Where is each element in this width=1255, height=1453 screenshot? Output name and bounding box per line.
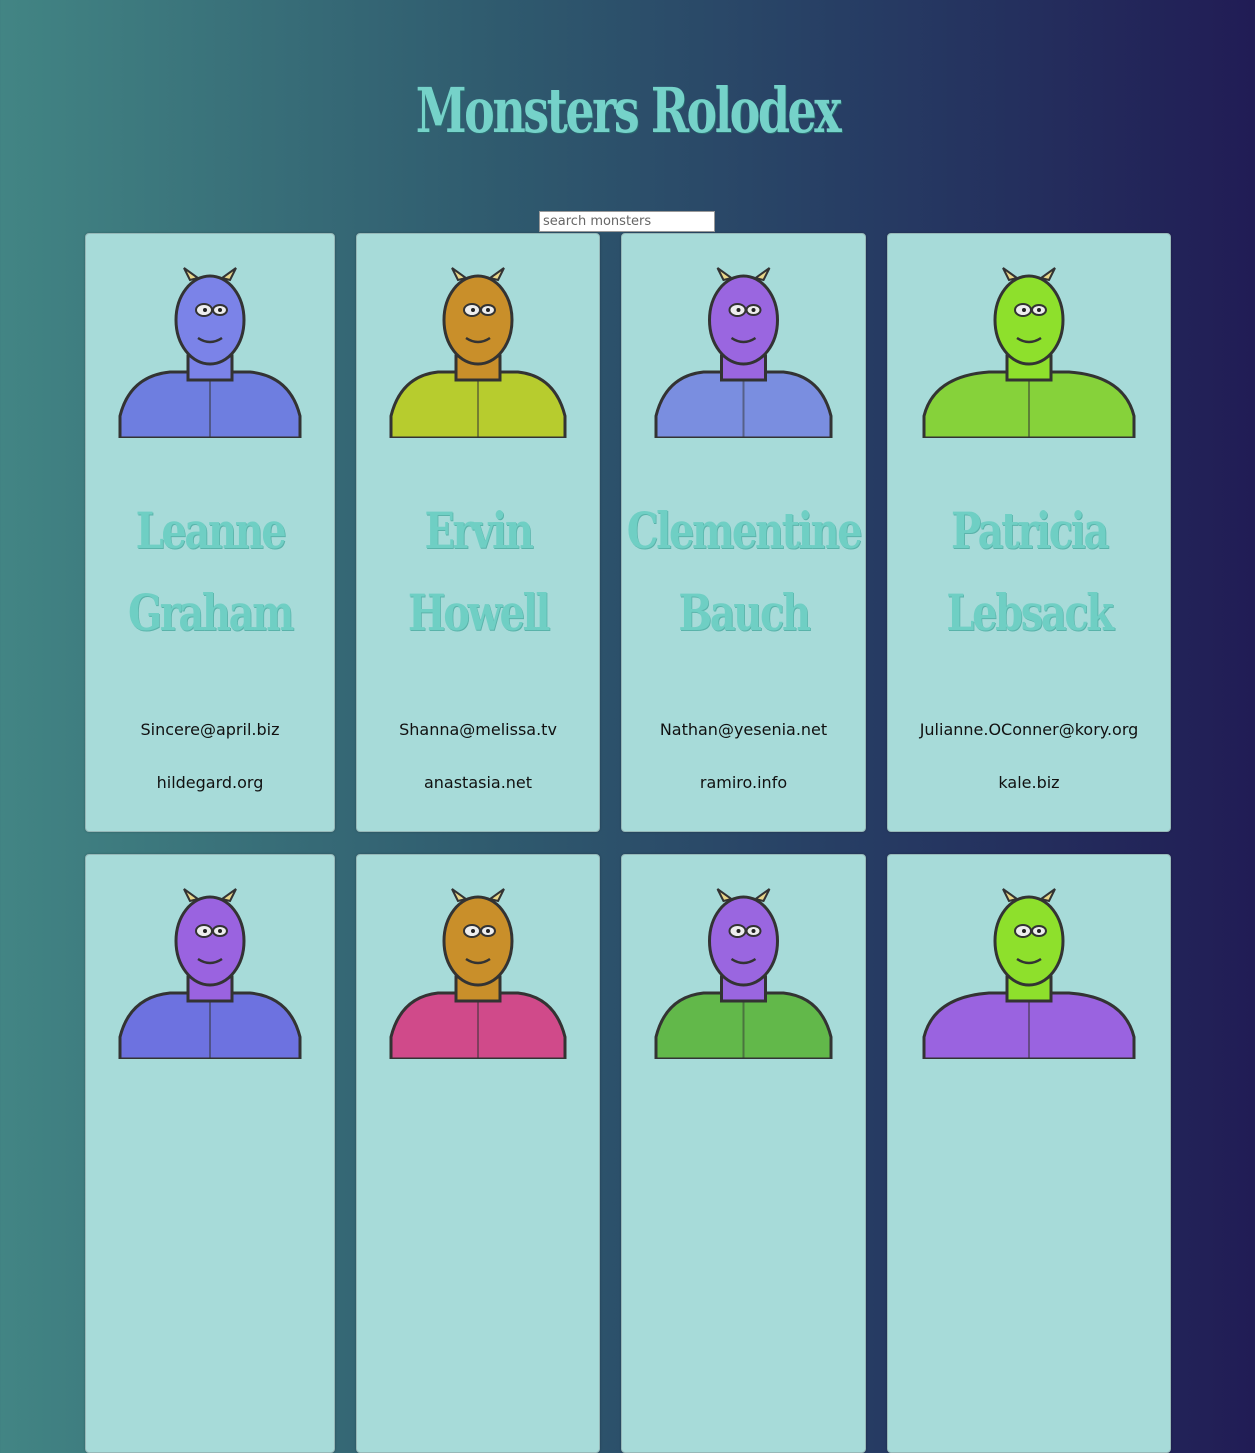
monster-card[interactable]: [887, 854, 1171, 1453]
monster-avatar: [888, 883, 1170, 1059]
monster-card[interactable]: [356, 854, 600, 1453]
page-title: Monsters Rolodex: [415, 74, 842, 148]
monster-name: [919, 1113, 1138, 1273]
monster-card[interactable]: Leanne Graham Sincere@april.biz hildegard.…: [85, 233, 335, 832]
monster-avatar: [86, 262, 334, 438]
monster-website: kale.biz: [998, 773, 1060, 792]
helmet-monster-icon: [922, 267, 1136, 438]
monster-name: Patricia Lebsack: [946, 501, 1114, 642]
monster-website: hildegard.org: [156, 773, 264, 792]
spiky-monster-icon: [389, 267, 567, 438]
monster-name: Leanne Graham: [127, 501, 294, 642]
goggles-monster-icon: [922, 888, 1136, 1059]
search-input[interactable]: [539, 211, 715, 232]
monster-avatar: [622, 883, 865, 1059]
armored-monster-icon: [118, 888, 302, 1059]
monster-email: Shanna@melissa.tv: [399, 720, 557, 739]
monster-name: Ervin Howell: [407, 501, 551, 642]
monster-avatar: [888, 262, 1170, 438]
monster-email: Nathan@yesenia.net: [659, 720, 828, 739]
monster-email: Julianne.OConner@kory.org: [919, 720, 1139, 739]
monster-avatar: [357, 883, 599, 1059]
horned-monster-icon: [118, 267, 302, 438]
monster-name: [114, 1113, 306, 1273]
horn-cyclops-monster-icon: [654, 888, 833, 1059]
monster-avatar: [622, 262, 865, 438]
monster-card[interactable]: [621, 854, 866, 1453]
monster-card[interactable]: Ervin Howell Shanna@melissa.tv anastasia.n…: [356, 233, 600, 832]
monster-website: anastasia.net: [423, 773, 533, 792]
monster-avatar: [86, 883, 334, 1059]
monster-name: [650, 1113, 838, 1273]
cyclops-robot-monster-icon: [654, 267, 833, 438]
monster-card[interactable]: Clementine Bauch Nathan@yesenia.net ramiro…: [621, 233, 866, 832]
antenna-monster-icon: [389, 888, 567, 1059]
monster-card[interactable]: [85, 854, 335, 1453]
monster-name: Clementine Bauch: [626, 501, 863, 642]
monster-name: [384, 1113, 571, 1273]
monster-website: ramiro.info: [699, 773, 788, 792]
monster-avatar: [357, 262, 599, 438]
monster-card[interactable]: Patricia Lebsack Julianne.OConner@kory.or…: [887, 233, 1171, 832]
monster-email: Sincere@april.biz: [140, 720, 280, 739]
